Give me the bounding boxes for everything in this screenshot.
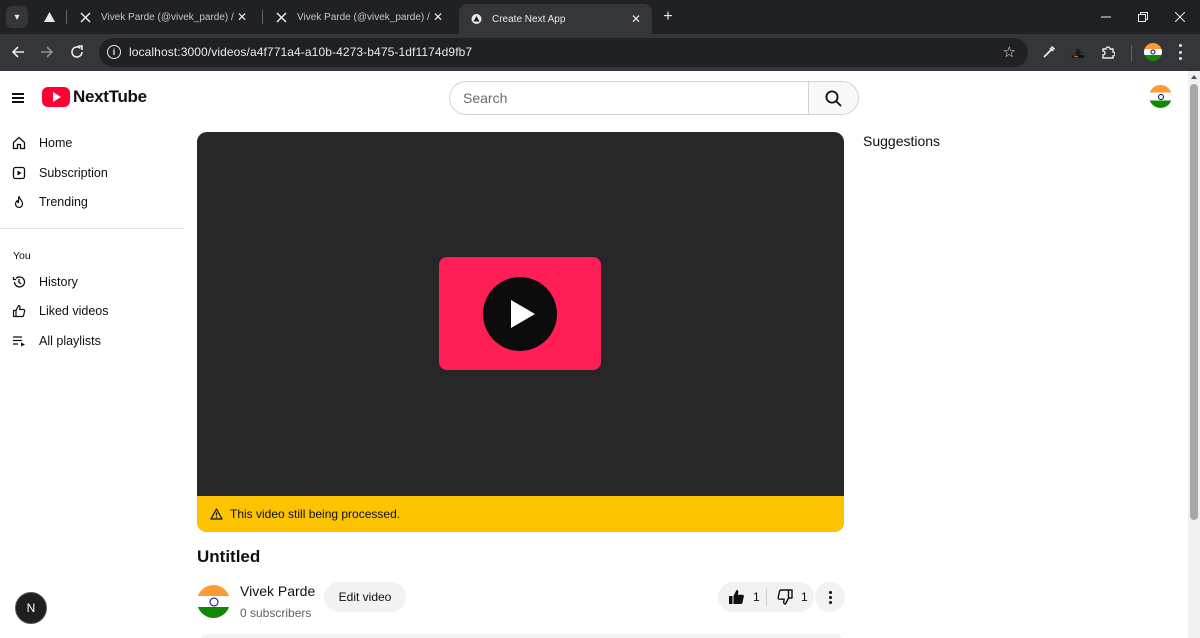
page-scrollbar[interactable] (1188, 71, 1200, 638)
browser-profile-avatar[interactable] (1144, 43, 1162, 61)
sidebar-item-label: All playlists (39, 334, 101, 348)
close-tab-icon[interactable]: ✕ (430, 9, 446, 25)
chakra-icon (209, 597, 218, 606)
sidebar-item-label: Liked videos (39, 304, 109, 318)
subscription-icon (12, 166, 26, 180)
sidebar-divider (0, 228, 184, 229)
tab-separator (262, 10, 263, 24)
description-box-edge (201, 634, 841, 638)
minimize-window-icon[interactable] (1094, 6, 1118, 28)
sidebar-item-label: Subscription (39, 166, 108, 180)
search-icon (825, 90, 842, 106)
browser-tab-bar: ▾ Vivek Parde (@vivek_parde) / X ✕ Vivek… (0, 0, 1200, 34)
site-info-icon[interactable]: i (107, 45, 121, 59)
playlist-icon (12, 334, 26, 348)
channel-avatar[interactable] (197, 585, 230, 618)
x-logo-icon (78, 10, 92, 24)
history-icon (12, 275, 26, 289)
thumbs-up-filled-icon (729, 590, 744, 604)
scroll-up-arrow-icon[interactable] (1191, 75, 1197, 79)
hamburger-menu-icon[interactable] (12, 93, 24, 103)
play-icon (511, 300, 535, 328)
app-page: NextTube Home Subscription Trending (0, 71, 1188, 638)
play-logo-icon (42, 87, 70, 107)
new-tab-button[interactable]: + (659, 8, 677, 26)
tab-separator (66, 10, 67, 24)
tab-x-profile-1[interactable]: Vivek Parde (@vivek_parde) / X ✕ (68, 0, 258, 34)
sidebar-item-history[interactable]: History (0, 268, 184, 296)
back-arrow-icon[interactable] (7, 41, 29, 63)
dislike-button[interactable]: 1 (767, 582, 814, 612)
sidebar-item-label: Trending (39, 195, 88, 209)
restore-window-icon[interactable] (1131, 6, 1155, 28)
play-button[interactable] (483, 277, 557, 351)
vercel-triangle-icon (44, 10, 55, 24)
browser-toolbar: i localhost:3000/videos/a4f771a4-a10b-42… (0, 34, 1200, 71)
toolbar-divider (1131, 45, 1132, 61)
video-player[interactable]: This video still being processed. (197, 132, 844, 532)
chakra-icon (1150, 49, 1156, 55)
tab-title: Vivek Parde (@vivek_parde) / X (297, 11, 430, 23)
like-button[interactable]: 1 (718, 582, 766, 612)
vercel-triangle-icon (469, 12, 483, 26)
search-bar (449, 81, 859, 115)
hat-extension-icon[interactable] (1069, 43, 1087, 61)
extensions-puzzle-icon[interactable] (1099, 43, 1117, 61)
tab-search-chevron-icon[interactable]: ▾ (6, 6, 28, 28)
like-count: 1 (753, 590, 760, 604)
close-window-icon[interactable] (1168, 6, 1192, 28)
close-tab-icon[interactable]: ✕ (234, 9, 250, 25)
subscriber-count: 0 subscribers (240, 606, 312, 620)
thumbs-down-icon (777, 589, 793, 605)
forward-arrow-icon[interactable] (36, 41, 58, 63)
chakra-icon (1157, 93, 1164, 100)
edit-video-button[interactable]: Edit video (324, 582, 406, 612)
sidebar-item-label: History (39, 275, 78, 289)
brand-name: NextTube (73, 87, 147, 106)
tab-title: Create Next App (492, 13, 566, 25)
warning-icon (210, 508, 223, 520)
thumbs-up-icon (12, 304, 26, 318)
home-icon (12, 136, 26, 150)
sidebar-item-subscription[interactable]: Subscription (0, 159, 184, 187)
address-bar[interactable]: i localhost:3000/videos/a4f771a4-a10b-42… (99, 38, 1028, 67)
search-button[interactable] (808, 81, 859, 115)
more-options-button[interactable] (815, 582, 845, 612)
dislike-count: 1 (801, 590, 808, 604)
sidebar-item-liked-videos[interactable]: Liked videos (0, 297, 184, 325)
eyedropper-extension-icon[interactable] (1040, 43, 1058, 61)
close-tab-icon[interactable]: ✕ (628, 11, 644, 27)
tab-pinned-vercel[interactable] (34, 0, 64, 34)
processing-banner: This video still being processed. (197, 496, 844, 532)
user-avatar[interactable] (1149, 85, 1172, 108)
flame-icon (12, 195, 26, 209)
x-logo-icon (274, 10, 288, 24)
tab-x-profile-2[interactable]: Vivek Parde (@vivek_parde) / X ✕ (264, 0, 454, 34)
scrollbar-thumb[interactable] (1190, 84, 1198, 520)
sidebar-item-trending[interactable]: Trending (0, 188, 184, 216)
processing-message: This video still being processed. (230, 507, 401, 521)
sidebar-item-label: Home (39, 136, 73, 150)
search-input[interactable] (449, 81, 809, 115)
like-dislike-group: 1 1 (718, 582, 814, 612)
sidebar-item-all-playlists[interactable]: All playlists (0, 327, 184, 355)
browser-menu-icon[interactable] (1176, 44, 1184, 60)
sidebar-section-heading: You (13, 250, 31, 262)
video-title: Untitled (197, 547, 261, 566)
nextjs-dev-indicator[interactable]: N (15, 592, 47, 624)
suggestions-heading: Suggestions (863, 133, 941, 149)
address-url[interactable]: localhost:3000/videos/a4f771a4-a10b-4273… (129, 45, 472, 59)
sidebar-item-home[interactable]: Home (0, 129, 184, 157)
reload-icon[interactable] (66, 41, 88, 63)
nexttube-logo[interactable]: NextTube (42, 87, 147, 107)
bookmark-star-icon[interactable]: ☆ (1003, 43, 1016, 61)
tab-title: Vivek Parde (@vivek_parde) / X (101, 11, 234, 23)
tab-create-next-app[interactable]: Create Next App ✕ (459, 4, 652, 34)
channel-name[interactable]: Vivek Parde (240, 583, 315, 599)
